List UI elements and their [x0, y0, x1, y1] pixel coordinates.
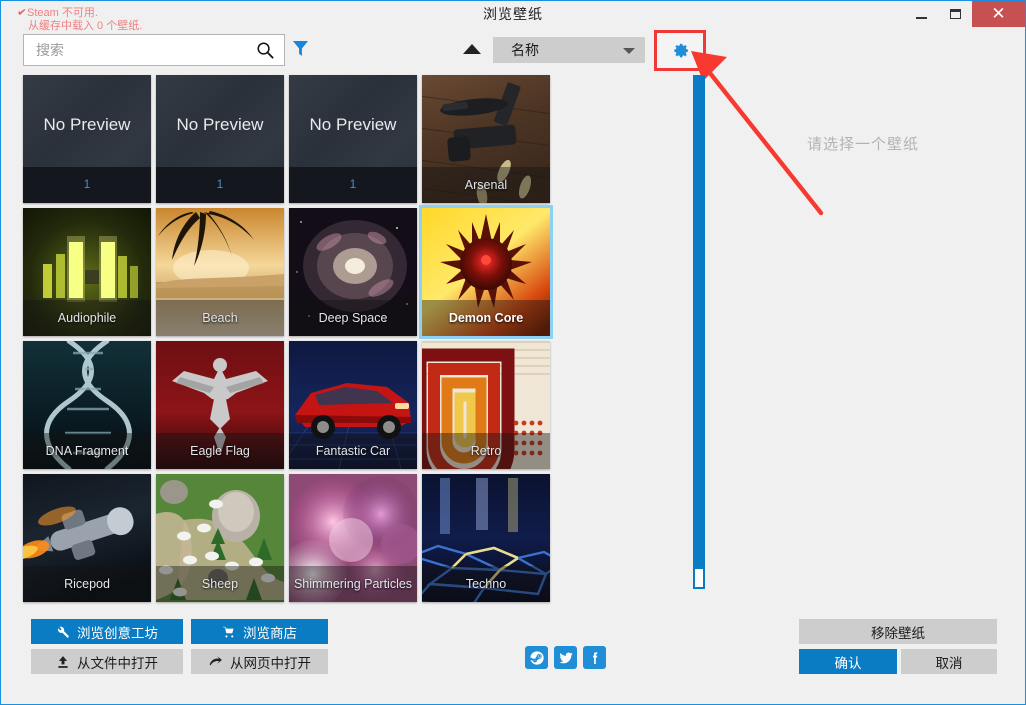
close-button[interactable]: ✕: [972, 1, 1025, 27]
wallpaper-title: Shimmering Particles: [289, 566, 417, 602]
wallpaper-title: No Preview: [44, 115, 131, 135]
maximize-button[interactable]: [938, 1, 972, 27]
status-text-2: 从缓存中载入 0 个壁纸.: [17, 20, 142, 33]
wallpaper-title: Retro: [422, 433, 550, 469]
wrench-icon: [56, 625, 70, 639]
wallpaper-title: Ricepod: [23, 566, 151, 602]
maximize-icon: [950, 9, 961, 19]
preview-panel: 请选择一个壁纸: [713, 75, 1013, 595]
browse-store-button[interactable]: 浏览商店: [191, 619, 328, 644]
window-title: 浏览壁纸: [483, 4, 543, 24]
twitter-link[interactable]: [554, 646, 577, 669]
browse-workshop-button[interactable]: 浏览创意工坊: [31, 619, 183, 644]
wallpaper-tile[interactable]: Shimmering Particles: [289, 474, 417, 602]
wallpaper-title: No Preview: [310, 115, 397, 135]
remove-wallpaper-button[interactable]: 移除壁纸: [799, 619, 997, 644]
wallpaper-title: Deep Space: [289, 300, 417, 336]
chevron-down-icon: [623, 48, 635, 54]
arrow-right-icon: [208, 655, 223, 669]
wallpaper-tile[interactable]: Beach: [156, 208, 284, 336]
wallpaper-title: Audiophile: [23, 300, 151, 336]
wallpaper-title: Fantastic Car: [289, 433, 417, 469]
upload-icon: [56, 655, 70, 669]
wallpaper-tile[interactable]: Arsenal: [422, 75, 550, 203]
wallpaper-tile[interactable]: No Preview 1: [156, 75, 284, 203]
wallpaper-title: Beach: [156, 300, 284, 336]
wallpaper-count: 1: [23, 167, 151, 203]
wallpaper-tile[interactable]: Eagle Flag: [156, 341, 284, 469]
wallpaper-tile[interactable]: Deep Space: [289, 208, 417, 336]
close-icon: ✕: [991, 6, 1005, 23]
sort-direction-button[interactable]: [463, 44, 481, 54]
wallpaper-tile[interactable]: Ricepod: [23, 474, 151, 602]
wallpaper-title: Eagle Flag: [156, 433, 284, 469]
wallpaper-title: No Preview: [177, 115, 264, 135]
open-from-file-label: 从文件中打开: [77, 652, 158, 672]
open-from-file-button[interactable]: 从文件中打开: [31, 649, 183, 674]
confirm-label: 确认: [835, 652, 862, 672]
filter-icon[interactable]: [292, 39, 309, 58]
cart-icon: [222, 625, 236, 639]
wallpaper-tile[interactable]: Fantastic Car: [289, 341, 417, 469]
wallpaper-tile[interactable]: Retro: [422, 341, 550, 469]
check-icon: ✔: [16, 6, 28, 20]
wallpaper-tile[interactable]: No Preview 1: [289, 75, 417, 203]
browse-store-label: 浏览商店: [243, 622, 297, 642]
facebook-link[interactable]: [583, 646, 606, 669]
wallpaper-count: 1: [156, 167, 284, 203]
status-messages: ✔Steam 不可用. 从缓存中载入 0 个壁纸.: [17, 7, 142, 33]
confirm-button[interactable]: 确认: [799, 649, 897, 674]
wallpaper-tile[interactable]: Demon Core: [422, 208, 550, 336]
wallpaper-grid[interactable]: No Preview 1 No Preview 1 No Preview 1: [23, 75, 687, 589]
title-bar: 浏览壁纸: [1, 1, 1025, 27]
remove-wallpaper-label: 移除壁纸: [871, 622, 925, 642]
minimize-icon: [916, 17, 927, 19]
cancel-label: 取消: [936, 652, 963, 672]
open-from-web-button[interactable]: 从网页中打开: [191, 649, 328, 674]
cancel-button[interactable]: 取消: [901, 649, 997, 674]
grid-scrollbar[interactable]: [693, 75, 705, 589]
window-controls: ✕: [904, 1, 1025, 27]
wallpaper-title: Techno: [422, 566, 550, 602]
search-input[interactable]: [24, 41, 248, 59]
settings-button[interactable]: [654, 30, 706, 71]
scrollbar-thumb[interactable]: [693, 75, 705, 567]
search-box[interactable]: [23, 34, 285, 66]
steam-icon: [529, 650, 545, 666]
wallpaper-tile[interactable]: No Preview 1: [23, 75, 151, 203]
minimize-button[interactable]: [904, 1, 938, 27]
sort-select-value: 名称: [493, 40, 539, 60]
browse-wallpaper-dialog: 浏览壁纸 ✕ ✔Steam 不可用. 从缓存中载入 0 个壁纸. 名称: [0, 0, 1026, 705]
wallpaper-tile[interactable]: Audiophile: [23, 208, 151, 336]
gear-icon: [669, 40, 691, 62]
social-links: [525, 646, 606, 669]
wallpaper-title: Demon Core: [422, 300, 550, 336]
steam-link[interactable]: [525, 646, 548, 669]
wallpaper-tile[interactable]: Techno: [422, 474, 550, 602]
open-from-web-label: 从网页中打开: [230, 652, 311, 672]
wallpaper-title: Arsenal: [422, 167, 550, 203]
facebook-icon: [587, 650, 603, 666]
search-icon: [256, 41, 275, 60]
scrollbar-track-remainder[interactable]: [693, 567, 705, 589]
preview-hint-text: 请选择一个壁纸: [807, 133, 919, 154]
wallpaper-title: DNA Fragment: [23, 433, 151, 469]
sort-select[interactable]: 名称: [493, 37, 645, 63]
browse-workshop-label: 浏览创意工坊: [77, 622, 158, 642]
twitter-icon: [558, 650, 574, 666]
wallpaper-title: Sheep: [156, 566, 284, 602]
wallpaper-tile[interactable]: DNA Fragment: [23, 341, 151, 469]
status-text-1: Steam 不可用.: [27, 7, 98, 19]
wallpaper-tile[interactable]: Sheep: [156, 474, 284, 602]
wallpaper-count: 1: [289, 167, 417, 203]
status-line-steam: ✔Steam 不可用.: [17, 7, 142, 20]
